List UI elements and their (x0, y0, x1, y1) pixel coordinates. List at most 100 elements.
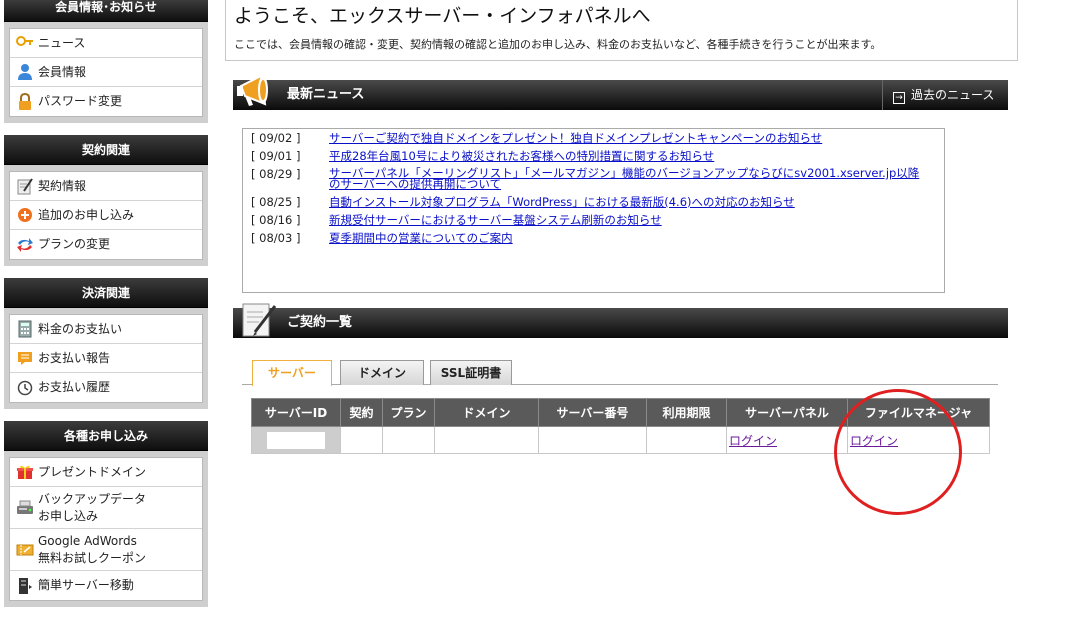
news-date: [ 09/01 ] (251, 149, 301, 163)
sidebar-item-label: お支払い報告 (38, 350, 111, 365)
tab-domain[interactable]: ドメイン (340, 360, 424, 385)
sidebar-item-news[interactable]: ニュース (10, 29, 202, 58)
list-item: [ 08/25 ] 自動インストール対象プログラム「WordPress」における… (251, 196, 936, 208)
list-item: [ 09/01 ] 平成28年台風10号により被災されたお客様への特別措置に関す… (251, 150, 936, 162)
sidebar-item-add-application[interactable]: 追加のお申し込み (10, 201, 202, 230)
column-header: サーバーID (251, 398, 341, 427)
tab-ssl[interactable]: SSL証明書 (430, 360, 512, 385)
sidebar-item-payment-report[interactable]: お支払い報告 (10, 344, 202, 373)
sidebar-item-pay-fee[interactable]: 料金のお支払い (10, 315, 202, 344)
plan-cell (382, 426, 435, 454)
swap-arrows-icon (16, 236, 34, 254)
column-header: サーバー番号 (538, 398, 647, 427)
news-date: [ 09/02 ] (251, 131, 301, 145)
sidebar-item-backup-data[interactable]: バックアップデータ お申し込み (10, 487, 202, 529)
contracts-title: ご契約一覧 (287, 315, 353, 330)
server-panel-cell: ログイン (726, 426, 848, 454)
user-icon (16, 63, 34, 81)
list-item: [ 08/03 ] 夏季期間中の営業についてのご案内 (251, 232, 936, 244)
list-item: [ 08/29 ] サーバーパネル「メーリングリスト」「メールマガジン」機能のバ… (251, 167, 936, 190)
arrow-right-icon: → (893, 92, 905, 104)
news-link[interactable]: 夏季期間中の営業についてのご案内 (329, 232, 513, 244)
gift-icon (16, 463, 34, 481)
sidebar-item-payment-history[interactable]: お支払い履歴 (10, 373, 202, 402)
add-circle-icon (16, 206, 34, 224)
sidebar-list: 契約情報 追加のお申し込み プランの変更 (9, 171, 203, 260)
sidebar-item-label: 追加のお申し込み (38, 207, 135, 222)
table-header-row: サーバーID 契約 プラン ドメイン サーバー番号 利用期限 サーバーパネル フ… (251, 398, 990, 427)
file-manager-cell: ログイン (847, 426, 990, 454)
sidebar-item-label: 会員情報 (38, 64, 87, 79)
server-id-cell (251, 426, 341, 454)
sidebar-section-title: 決済関連 (4, 278, 208, 308)
sidebar-item-server-move[interactable]: 簡単サーバー移動 (10, 571, 202, 600)
sidebar-item-label-line1: Google AdWords (38, 533, 137, 548)
news-link[interactable]: 自動インストール対象プログラム「WordPress」における最新版(4.6)への… (329, 196, 795, 208)
sidebar-section-title: 会員情報･お知らせ (4, 0, 208, 22)
sidebar-list: プレゼントドメイン バックアップデータ お申し込み Google AdWords… (9, 457, 203, 601)
contract-pen-icon (16, 177, 34, 195)
lock-icon (16, 92, 34, 111)
contracts-header-bar: ご契約一覧 (233, 303, 1008, 338)
news-date: [ 08/03 ] (251, 231, 301, 245)
contract-cell (340, 426, 383, 454)
list-item: [ 09/02 ] サーバーご契約で独自ドメインをプレゼント！独自ドメインプレゼ… (251, 132, 936, 144)
list-item: [ 08/16 ] 新規受付サーバーにおけるサーバー基盤システム刷新のお知らせ (251, 214, 936, 226)
sidebar-item-label: プレゼントドメイン (38, 464, 147, 479)
column-header: 利用期限 (646, 398, 727, 427)
sidebar-item-adwords-coupon[interactable]: Google AdWords 無料お試しクーポン (10, 529, 202, 571)
clock-icon (16, 379, 34, 397)
sidebar-item-present-domain[interactable]: プレゼントドメイン (10, 458, 202, 487)
news-header-bar: 最新ニュース → 過去のニュース (233, 74, 1008, 110)
news-link[interactable]: 新規受付サーバーにおけるサーバー基盤システム刷新のお知らせ (329, 214, 662, 226)
news-date: [ 08/25 ] (251, 195, 301, 209)
sidebar-item-label: 簡単サーバー移動 (38, 578, 134, 592)
sidebar-section-title: 各種お申し込み (4, 421, 208, 451)
column-header: ドメイン (434, 398, 539, 427)
column-header: プラン (382, 398, 435, 427)
news-key-icon (16, 34, 34, 52)
sidebar-section-title: 契約関連 (4, 135, 208, 165)
server-id-redacted (267, 431, 325, 449)
report-icon (16, 349, 34, 367)
file-manager-login-link[interactable]: ログイン (850, 434, 898, 448)
sidebar-item-label: ニュース (38, 35, 86, 50)
sidebar-item-plan-change[interactable]: プランの変更 (10, 230, 202, 259)
news-link[interactable]: 平成28年台風10号により被災されたお客様への特別措置に関するお知らせ (329, 150, 714, 162)
sidebar-item-member-info[interactable]: 会員情報 (10, 58, 202, 87)
news-list: [ 09/02 ] サーバーご契約で独自ドメインをプレゼント！独自ドメインプレゼ… (242, 128, 945, 293)
backup-drive-icon (16, 499, 34, 517)
server-number-cell (538, 426, 647, 454)
sidebar-section-applications: 各種お申し込み プレゼントドメイン バックアップデータ お申し込み Google… (4, 421, 208, 607)
past-news-label: 過去のニュース (911, 88, 995, 102)
coupon-icon (16, 541, 34, 559)
table-row: ログイン ログイン (251, 426, 990, 454)
news-link[interactable]: サーバーご契約で独自ドメインをプレゼント！独自ドメインプレゼントキャンペーンのお… (329, 132, 822, 144)
past-news-button[interactable]: → 過去のニュース (882, 80, 1008, 110)
news-date: [ 08/29 ] (251, 167, 301, 181)
sidebar-section-member: 会員情報･お知らせ ニュース 会員情報 パスワード変更 (4, 0, 208, 123)
sidebar-item-contract-info[interactable]: 契約情報 (10, 172, 202, 201)
sidebar-section-payment: 決済関連 料金のお支払い お支払い報告 お支払い履歴 (4, 278, 208, 409)
server-panel-login-link[interactable]: ログイン (729, 434, 777, 448)
sidebar-item-label: プランの変更 (38, 237, 111, 251)
sidebar: 会員情報･お知らせ ニュース 会員情報 パスワード変更 契約関連 契約情報 追加… (4, 0, 208, 619)
page-description: ここでは、会員情報の確認・変更、契約情報の確認と追加のお申し込み、料金のお支払い… (234, 38, 882, 51)
sidebar-item-label-line2: お申し込み (38, 508, 99, 523)
news-title: 最新ニュース (287, 87, 365, 102)
sidebar-item-label: Google AdWords 無料お試しクーポン (38, 533, 146, 567)
expiry-cell (646, 426, 727, 454)
sidebar-item-label-line1: バックアップデータ (38, 491, 147, 506)
sidebar-section-contract: 契約関連 契約情報 追加のお申し込み プランの変更 (4, 135, 208, 266)
domain-cell (434, 426, 539, 454)
sidebar-item-label: 料金のお支払い (38, 321, 123, 336)
sidebar-item-label: バックアップデータ お申し込み (38, 491, 146, 525)
column-header: サーバーパネル (726, 398, 848, 427)
sidebar-item-password[interactable]: パスワード変更 (10, 87, 202, 116)
tab-server[interactable]: サーバー (252, 360, 332, 386)
column-header: 契約 (340, 398, 383, 427)
sidebar-item-label: パスワード変更 (38, 94, 123, 108)
sidebar-list: ニュース 会員情報 パスワード変更 (9, 28, 203, 117)
news-link[interactable]: サーバーパネル「メーリングリスト」「メールマガジン」機能のバージョンアップならび… (329, 167, 929, 190)
contracts-table: サーバーID 契約 プラン ドメイン サーバー番号 利用期限 サーバーパネル フ… (251, 398, 990, 454)
